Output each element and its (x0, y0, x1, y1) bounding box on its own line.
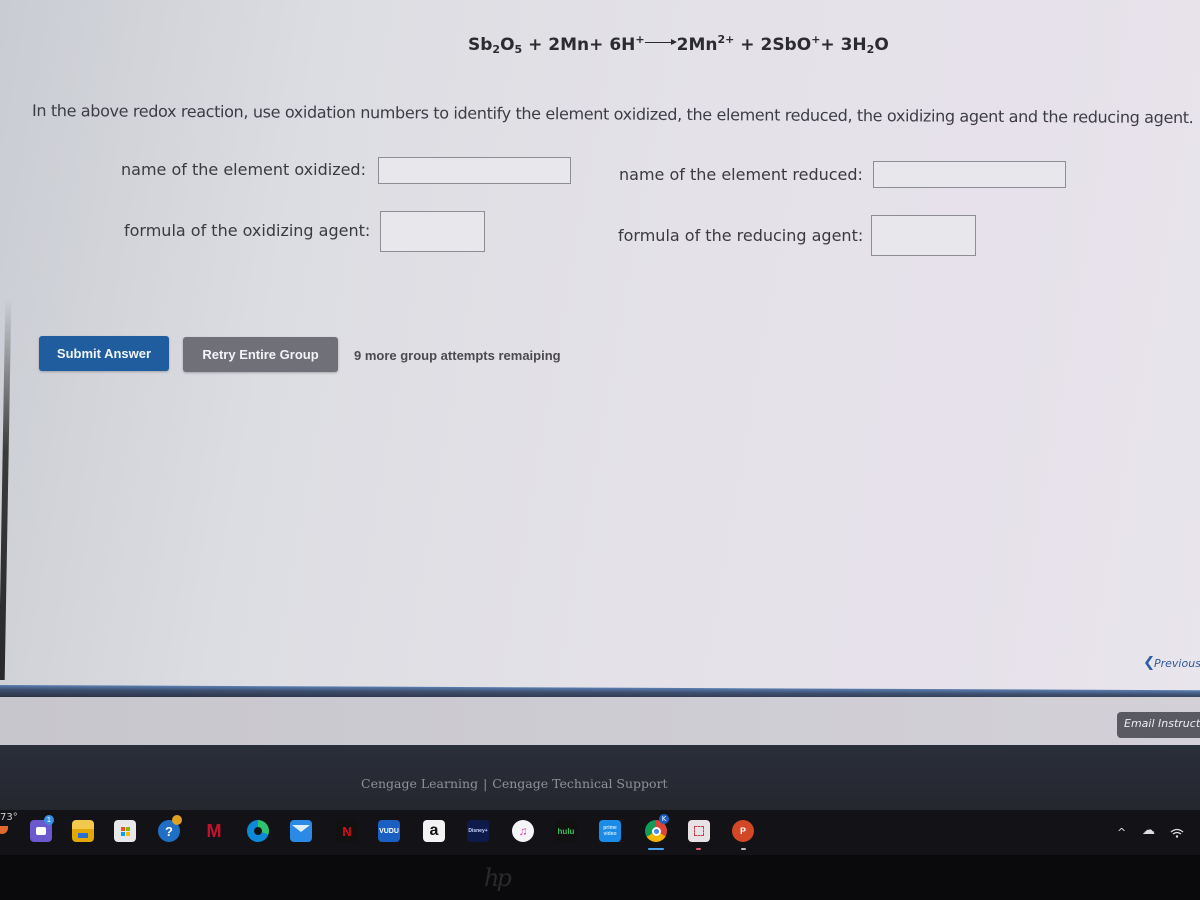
edge-icon[interactable] (247, 820, 269, 842)
powerpoint-icon[interactable]: P (732, 820, 754, 842)
product-species: 2Mn2+ (676, 33, 735, 55)
mail-icon[interactable] (290, 820, 312, 842)
profile-badge: K (659, 814, 669, 824)
plus-sign: + (522, 35, 549, 55)
plus-sign: + (820, 35, 841, 55)
running-app-indicator (696, 848, 701, 850)
reactant-species: Sb2O5 (468, 35, 523, 56)
window-edge (0, 300, 12, 680)
wifi-glyph (1170, 828, 1184, 838)
wifi-icon[interactable] (1170, 828, 1184, 838)
disney-plus-icon[interactable]: Disney+ (467, 820, 489, 842)
mcafee-icon[interactable]: M (203, 820, 225, 842)
browser-content: Sb2O5 + 2Mn+ 6H+ 2Mn2+ + 2SbO++ 3H2O In t… (0, 0, 1200, 700)
active-app-indicator (648, 848, 664, 850)
element-oxidized-input[interactable] (378, 157, 571, 184)
reactant-species: 6H+ (609, 33, 645, 55)
redox-equation: Sb2O5 + 2Mn+ 6H+ 2Mn2+ + 2SbO++ 3H2O (468, 33, 889, 56)
plus-sign: + (734, 35, 761, 55)
store-glyph (120, 826, 130, 836)
product-species: 3H2O (840, 35, 889, 56)
question-instructions: In the above redox reaction, use oxidati… (31, 101, 1194, 128)
running-app-indicator (741, 848, 746, 850)
vudu-icon[interactable]: VUDU (378, 820, 400, 842)
reactant-species: 2Mn (548, 35, 590, 55)
edge-glyph (254, 827, 262, 835)
store-icon[interactable] (114, 820, 136, 842)
weather-temperature[interactable]: 73° (0, 812, 18, 823)
product-species: 2SbO+ (760, 33, 821, 55)
lower-panel (0, 697, 1200, 745)
amazon-icon[interactable]: a (423, 820, 445, 842)
show-hidden-icons-chevron[interactable]: ^ (1117, 826, 1126, 839)
notification-badge: 1 (44, 815, 54, 825)
reducing-agent-input[interactable] (871, 215, 976, 256)
footer-separator: | (483, 776, 488, 791)
snip-glyph (694, 826, 704, 836)
snipping-tool-icon[interactable] (688, 820, 710, 842)
element-reduced-input[interactable] (873, 161, 1066, 188)
chrome-center-glyph (651, 826, 661, 836)
help-badge (172, 815, 182, 825)
hulu-icon[interactable]: hulu (555, 820, 577, 842)
reaction-arrow-icon (644, 38, 677, 48)
cengage-learning-link[interactable]: Cengage Learning (361, 776, 478, 791)
footer-links: Cengage Learning | Cengage Technical Suppo… (361, 776, 668, 791)
hp-logo: hp (484, 864, 512, 892)
netflix-icon[interactable]: N (336, 820, 358, 842)
oxidizing-agent-label: formula of the oxidizing agent: (124, 221, 371, 240)
element-oxidized-label: name of the element oxidized: (121, 160, 366, 179)
plus-sign: + (589, 35, 610, 55)
submit-answer-button[interactable]: Submit Answer (39, 336, 169, 371)
retry-entire-group-button[interactable]: Retry Entire Group (183, 337, 338, 372)
attempts-remaining-text: 9 more group attempts remaiping (354, 348, 561, 363)
itunes-icon[interactable]: ♫ (512, 820, 534, 842)
reducing-agent-label: formula of the reducing agent: (618, 226, 864, 245)
element-reduced-label: name of the element reduced: (619, 165, 863, 184)
previous-link[interactable]: Previous (1145, 656, 1200, 670)
laptop-bezel (0, 855, 1200, 900)
envelope-glyph (292, 824, 310, 832)
folder-glyph (78, 832, 88, 838)
prime-video-icon[interactable]: prime video (599, 820, 621, 842)
chevron-left-icon (1145, 656, 1153, 670)
previous-label: Previous (1154, 656, 1200, 670)
oxidizing-agent-input[interactable] (380, 211, 485, 252)
video-glyph (36, 827, 46, 835)
email-instructor-button[interactable]: Email Instructor (1117, 712, 1200, 738)
onedrive-cloud-icon[interactable]: ☁ (1142, 823, 1155, 838)
folder-icon[interactable] (72, 820, 94, 842)
cengage-support-link[interactable]: Cengage Technical Support (492, 776, 667, 791)
